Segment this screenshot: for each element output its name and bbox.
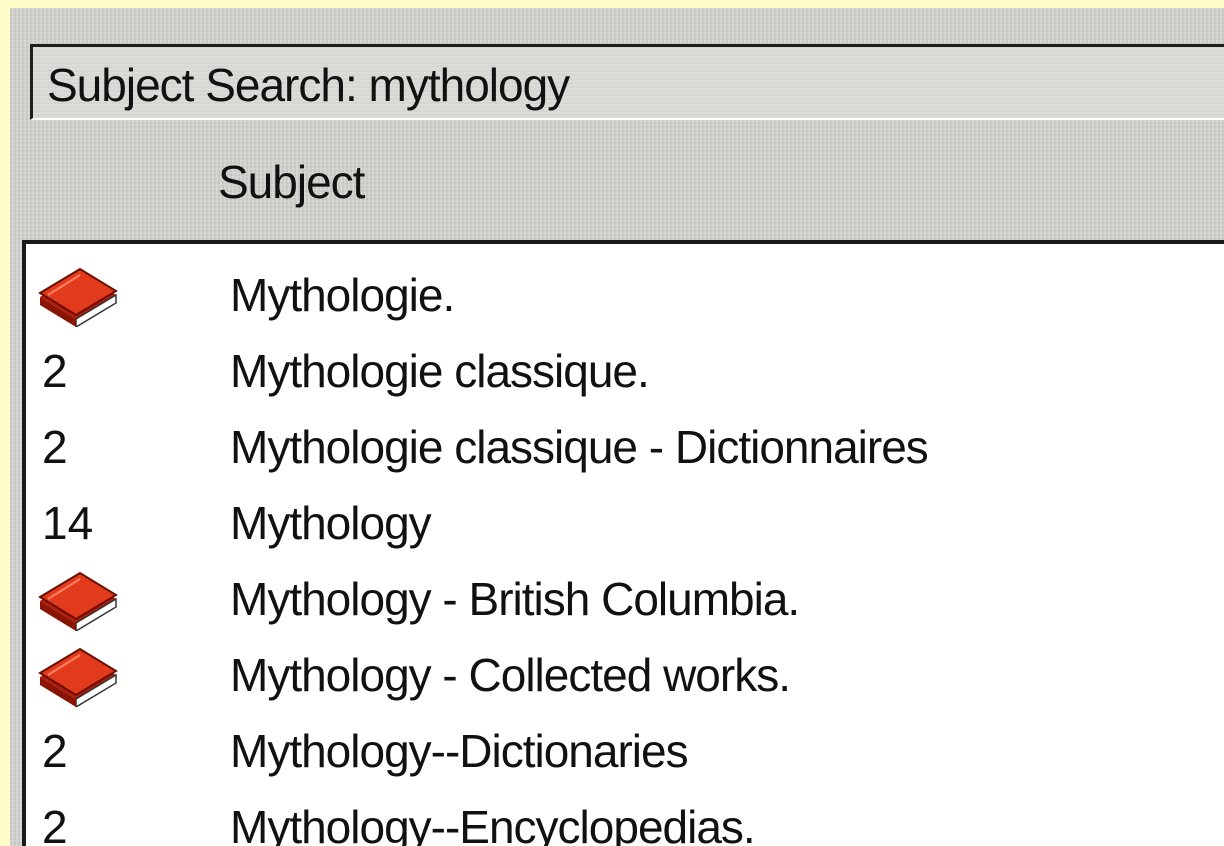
subject-label: Mythologie. — [230, 269, 455, 321]
results-list[interactable]: Mythologie. 2 Mythologie classique. 2 My… — [22, 240, 1224, 846]
subject-label: Mythology--Dictionaries — [230, 725, 689, 777]
column-header-subject[interactable]: Subject — [218, 152, 365, 212]
book-icon — [38, 571, 118, 631]
subject-label: Mythology — [230, 497, 432, 549]
record-count: 2 — [42, 801, 68, 846]
record-count: 2 — [42, 345, 68, 397]
top-margin — [0, 0, 1224, 8]
book-icon — [38, 647, 118, 707]
list-item[interactable]: Mythology - British Columbia. — [26, 561, 1224, 637]
list-item[interactable]: 2 Mythologie classique. — [26, 333, 1224, 409]
search-status-label: Subject Search: mythology — [47, 59, 570, 111]
book-icon — [38, 267, 118, 327]
subject-label: Mythologie classique - Dictionnaires — [230, 421, 929, 473]
record-count: 2 — [42, 421, 68, 473]
list-item[interactable]: Mythologie. — [26, 257, 1224, 333]
record-count: 2 — [42, 725, 68, 777]
list-item[interactable]: Mythology - Collected works. — [26, 637, 1224, 713]
subject-label: Mythologie classique. — [230, 345, 650, 397]
subject-label: Mythology--Encyclopedias. — [230, 801, 756, 846]
subject-label: Mythology - British Columbia. — [230, 573, 800, 625]
list-item[interactable]: 14 Mythology — [26, 485, 1224, 561]
list-item[interactable]: 2 Mythologie classique - Dictionnaires — [26, 409, 1224, 485]
left-margin — [0, 0, 10, 846]
record-count: 14 — [42, 497, 94, 549]
list-item[interactable]: 2 Mythology--Encyclopedias. — [26, 789, 1224, 846]
list-item[interactable]: 2 Mythology--Dictionaries — [26, 713, 1224, 789]
search-status-box: Subject Search: mythology — [30, 44, 1224, 120]
subject-label: Mythology - Collected works. — [230, 649, 791, 701]
